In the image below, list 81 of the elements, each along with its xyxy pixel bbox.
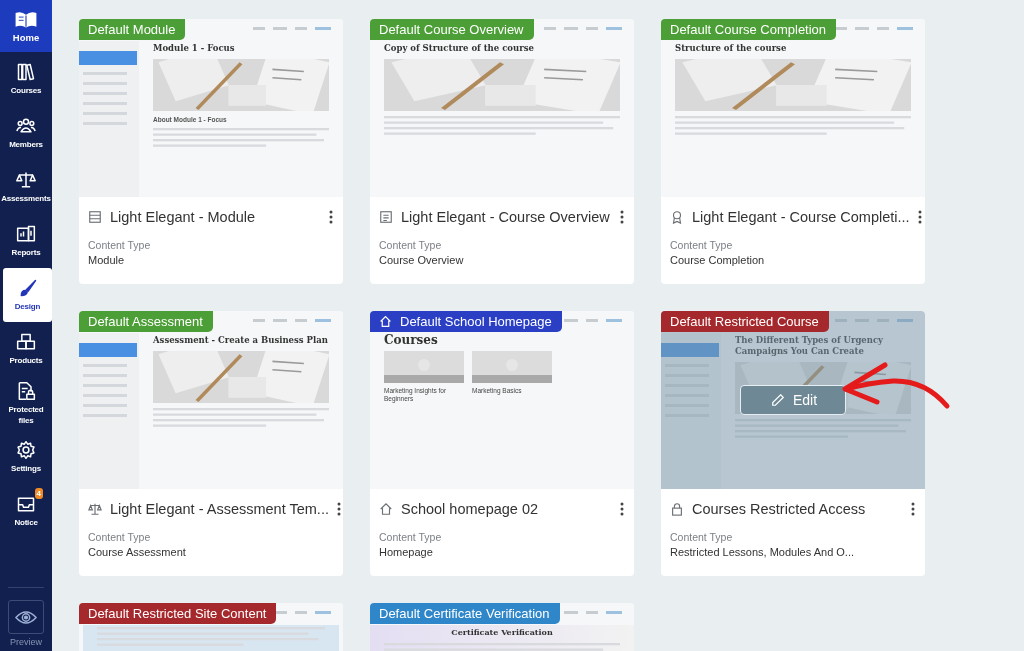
more-options-icon[interactable]: [911, 502, 915, 516]
nav-item[interactable]: Design: [3, 268, 52, 322]
preview-button[interactable]: [8, 600, 44, 634]
template-title: Light Elegant - Course Overview: [401, 209, 611, 225]
content-type-value: Course Overview: [378, 253, 465, 266]
books-icon: [16, 62, 36, 82]
template-badge: Default Module: [79, 19, 186, 40]
template-badge: Default Course Completion: [661, 19, 837, 40]
content-type-label: Content Type: [87, 238, 152, 251]
more-options-icon[interactable]: [620, 502, 624, 516]
preview-label: Preview: [10, 637, 42, 647]
scales-icon: [16, 170, 36, 190]
preview-heading: Structure of the course: [675, 43, 788, 54]
nav-item[interactable]: 4 Notice: [0, 484, 52, 538]
template-title: Light Elegant - Assessment Tem...: [110, 501, 329, 517]
locked-file-icon: [16, 380, 36, 401]
document-icon: [379, 210, 393, 224]
content-type-value: Module: [87, 253, 126, 266]
more-options-icon[interactable]: [917, 210, 922, 224]
nav-label: Reports: [11, 247, 41, 258]
scales-icon: [88, 502, 102, 516]
list-icon: [88, 210, 102, 224]
nav-label: Courses: [10, 85, 42, 96]
preview-heading: Assessment - Create a Business Plan: [153, 335, 329, 346]
people-icon: [16, 116, 36, 136]
preview-heading: Courses: [384, 335, 439, 346]
content-type-value: Homepage: [378, 545, 434, 558]
more-options-icon[interactable]: [336, 502, 341, 516]
template-badge: Default Restricted Course: [661, 311, 829, 332]
template-title: Light Elegant - Course Completi...: [692, 209, 910, 225]
nav-label: Members: [9, 139, 43, 150]
nav-item[interactable]: Courses: [0, 52, 52, 106]
inbox-icon: [16, 494, 36, 514]
more-options-icon[interactable]: [329, 210, 333, 224]
template-title: Light Elegant - Module: [110, 209, 257, 225]
template-badge: Default Restricted Site Content: [79, 603, 277, 624]
template-title: School homepage 02: [401, 501, 540, 517]
preview-heading: Certificate Verification: [450, 627, 554, 638]
book-logo-icon: [14, 9, 38, 29]
content-type-label: Content Type: [378, 238, 443, 251]
content-type-value: Restricted Lessons, Modules And O...: [669, 545, 856, 558]
lock-icon: [670, 502, 684, 516]
settings-icon: [16, 440, 36, 460]
home-button[interactable]: Home: [0, 0, 52, 52]
template-title: Courses Restricted Access: [692, 501, 867, 517]
nav-label: Design: [14, 301, 41, 312]
report-icon: [16, 224, 36, 244]
nav-item[interactable]: Members: [0, 106, 52, 160]
boxes-icon: [16, 332, 36, 352]
nav-label: Products: [9, 355, 43, 366]
nav-item[interactable]: Reports: [0, 214, 52, 268]
award-icon: [670, 210, 684, 224]
nav-label: Protected files: [7, 403, 45, 426]
preview-heading: Module 1 - Focus: [153, 43, 236, 54]
content-type-value: Course Assessment: [87, 545, 187, 558]
template-badge: Default Certificate Verification: [370, 603, 560, 624]
edit-button[interactable]: Edit: [739, 385, 847, 415]
content-type-label: Content Type: [669, 530, 734, 543]
preview-heading: Copy of Structure of the course: [384, 43, 535, 54]
content-type-label: Content Type: [669, 238, 734, 251]
home-icon: [379, 502, 393, 516]
nav-item[interactable]: Settings: [0, 430, 52, 484]
content-type-label: Content Type: [87, 530, 152, 543]
preview-heading: The Different Types of Urgency Campaigns You Can Create: [735, 335, 885, 357]
template-badge: Default School Homepage: [370, 311, 562, 332]
nav-item[interactable]: Protected files: [0, 376, 52, 430]
nav-item[interactable]: Products: [0, 322, 52, 376]
home-icon: [379, 315, 392, 328]
content-type-value: Course Completion: [669, 253, 766, 266]
template-badge: Default Assessment: [79, 311, 213, 332]
home-label: Home: [12, 31, 40, 43]
more-options-icon[interactable]: [620, 210, 624, 224]
nav-label: Settings: [11, 463, 41, 474]
content-type-label: Content Type: [378, 530, 443, 543]
pencil-icon: [770, 393, 785, 407]
eye-icon: [15, 609, 37, 625]
notice-count-badge: 4: [34, 488, 43, 499]
nav-label: Assessments: [1, 193, 51, 204]
template-badge: Default Course Overview: [370, 19, 534, 40]
nav-item[interactable]: Assessments: [0, 160, 52, 214]
nav-label: Notice: [14, 517, 38, 528]
